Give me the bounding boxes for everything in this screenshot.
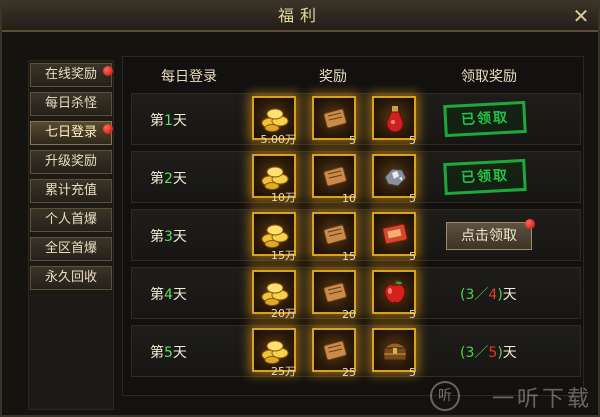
header-claim-reward: 领取奖励 [461,69,517,85]
day-text: 第 [150,287,164,303]
reward-quantity: 15万 [271,249,296,262]
reward-slot[interactable]: 5.00万 [252,96,296,146]
day-text: 第 [150,229,164,245]
sidebar-item-6[interactable]: 全区首爆 [30,237,112,261]
sidebar-item-label: 在线奖励 [44,67,97,82]
reward-slot[interactable]: 5 [372,96,416,147]
table-row: 第4天 20万 20 5 (3／4)天 [131,267,581,321]
day-label: 第1天 [150,110,187,130]
table-row: 第5天 25万 25 5 (3／5)天 [131,325,581,379]
sidebar-item-label: 每日杀怪 [44,96,97,111]
sidebar-item-7[interactable]: 永久回收 [30,266,112,290]
window-title: 福利 [277,6,322,25]
progress-unit: 天 [502,345,517,361]
sidebar-item-0[interactable]: 在线奖励 [30,63,113,87]
header-daily-login: 每日登录 [161,69,217,85]
day-text: 天 [172,287,187,303]
reward-slot[interactable]: 5 [372,212,416,263]
sidebar-item-3[interactable]: 升级奖励 [30,150,112,174]
reward-slot[interactable]: 20万 [252,270,296,320]
day-number: 2 [164,171,173,187]
seven-day-login-panel: 每日登录 奖励 领取奖励 第1天 5.00万 5 5 已领取 第2天 10万 10 5 已领取 第3… [122,56,584,396]
day-number: 1 [164,113,173,129]
day-text: 第 [150,113,164,129]
day-number: 4 [164,287,173,303]
day-text: 第 [150,171,164,187]
sidebar-item-label: 全区首爆 [44,241,97,256]
reward-quantity: 5.00万 [260,133,297,146]
table-row: 第3天 15万 15 5 点击领取 [131,209,581,263]
sidebar-item-2[interactable]: 七日登录 [30,121,113,145]
claimed-stamp: 已领取 [443,158,527,196]
reward-quantity: 5 [409,308,416,321]
day-label: 第2天 [150,168,187,188]
claim-reward-button[interactable]: 点击领取 [446,219,535,250]
claimed-stamp: 已领取 [443,100,527,138]
reward-slot[interactable]: 25万 [252,328,296,378]
sidebar-item-5[interactable]: 个人首爆 [30,208,112,232]
progress-unit: 天 [502,287,517,303]
day-text: 第 [150,345,164,361]
day-text: 天 [172,171,187,187]
notification-dot [103,124,113,134]
reward-quantity: 20万 [271,307,296,320]
reward-slot[interactable]: 5 [372,270,416,321]
reward-slot[interactable]: 15万 [252,212,296,262]
reward-quantity: 5 [409,366,416,379]
day-text: 天 [172,113,187,129]
notification-dot [525,219,535,229]
day-label: 第5天 [150,342,187,362]
sidebar-item-label: 永久回收 [44,270,97,285]
sidebar-item-4[interactable]: 累计充值 [30,179,112,203]
day-label: 第4天 [150,284,187,304]
reward-quantity: 5 [409,192,416,205]
table-row: 第1天 5.00万 5 5 已领取 [131,93,581,147]
progress-slash: ／ [474,287,489,303]
notification-dot [103,66,113,76]
claim-button-label: 点击领取 [461,228,517,244]
reward-slot[interactable]: 20 [312,270,356,321]
reward-quantity: 25万 [271,365,296,378]
reward-quantity: 10万 [271,191,296,204]
reward-quantity: 5 [409,250,416,263]
reward-quantity: 25 [342,366,356,379]
reward-quantity: 5 [349,134,356,147]
reward-quantity: 20 [342,308,356,321]
reward-slot[interactable]: 5 [372,328,416,379]
progress-total: 5 [488,345,498,361]
reward-slot[interactable]: 5 [312,96,356,147]
day-number: 5 [164,345,173,361]
reward-slot[interactable]: 10 [312,154,356,205]
sidebar-item-1[interactable]: 每日杀怪 [30,92,112,116]
progress-total: 4 [488,287,498,303]
title-bar: 福利 ✕ [2,2,598,32]
day-label: 第3天 [150,226,187,246]
welfare-window: 福利 ✕ 在线奖励每日杀怪七日登录升级奖励累计充值个人首爆全区首爆永久回收 每日… [0,0,600,417]
reward-quantity: 5 [409,134,416,147]
sidebar-item-label: 升级奖励 [44,154,97,169]
reward-slot[interactable]: 25 [312,328,356,379]
header-reward: 奖励 [319,69,347,85]
reward-slot[interactable]: 5 [372,154,416,205]
sidebar-item-label: 个人首爆 [44,212,97,227]
reward-quantity: 15 [342,250,356,263]
day-number: 3 [164,229,173,245]
sidebar-item-label: 累计充值 [44,183,97,198]
sidebar: 在线奖励每日杀怪七日登录升级奖励累计充值个人首爆全区首爆永久回收 [28,60,114,410]
day-text: 天 [172,229,187,245]
table-row: 第2天 10万 10 5 已领取 [131,151,581,205]
close-button[interactable]: ✕ [568,4,594,28]
day-text: 天 [172,345,187,361]
reward-quantity: 10 [342,192,356,205]
progress-slash: ／ [474,345,489,361]
login-progress: (3／4)天 [460,284,517,304]
login-progress: (3／5)天 [460,342,517,362]
watermark-logo: 听 [430,381,460,411]
watermark-text: 一听下载 [491,387,592,412]
reward-slot[interactable]: 10万 [252,154,296,204]
sidebar-item-label: 七日登录 [44,125,97,140]
table-header: 每日登录 奖励 领取奖励 [123,57,583,93]
reward-slot[interactable]: 15 [312,212,356,263]
